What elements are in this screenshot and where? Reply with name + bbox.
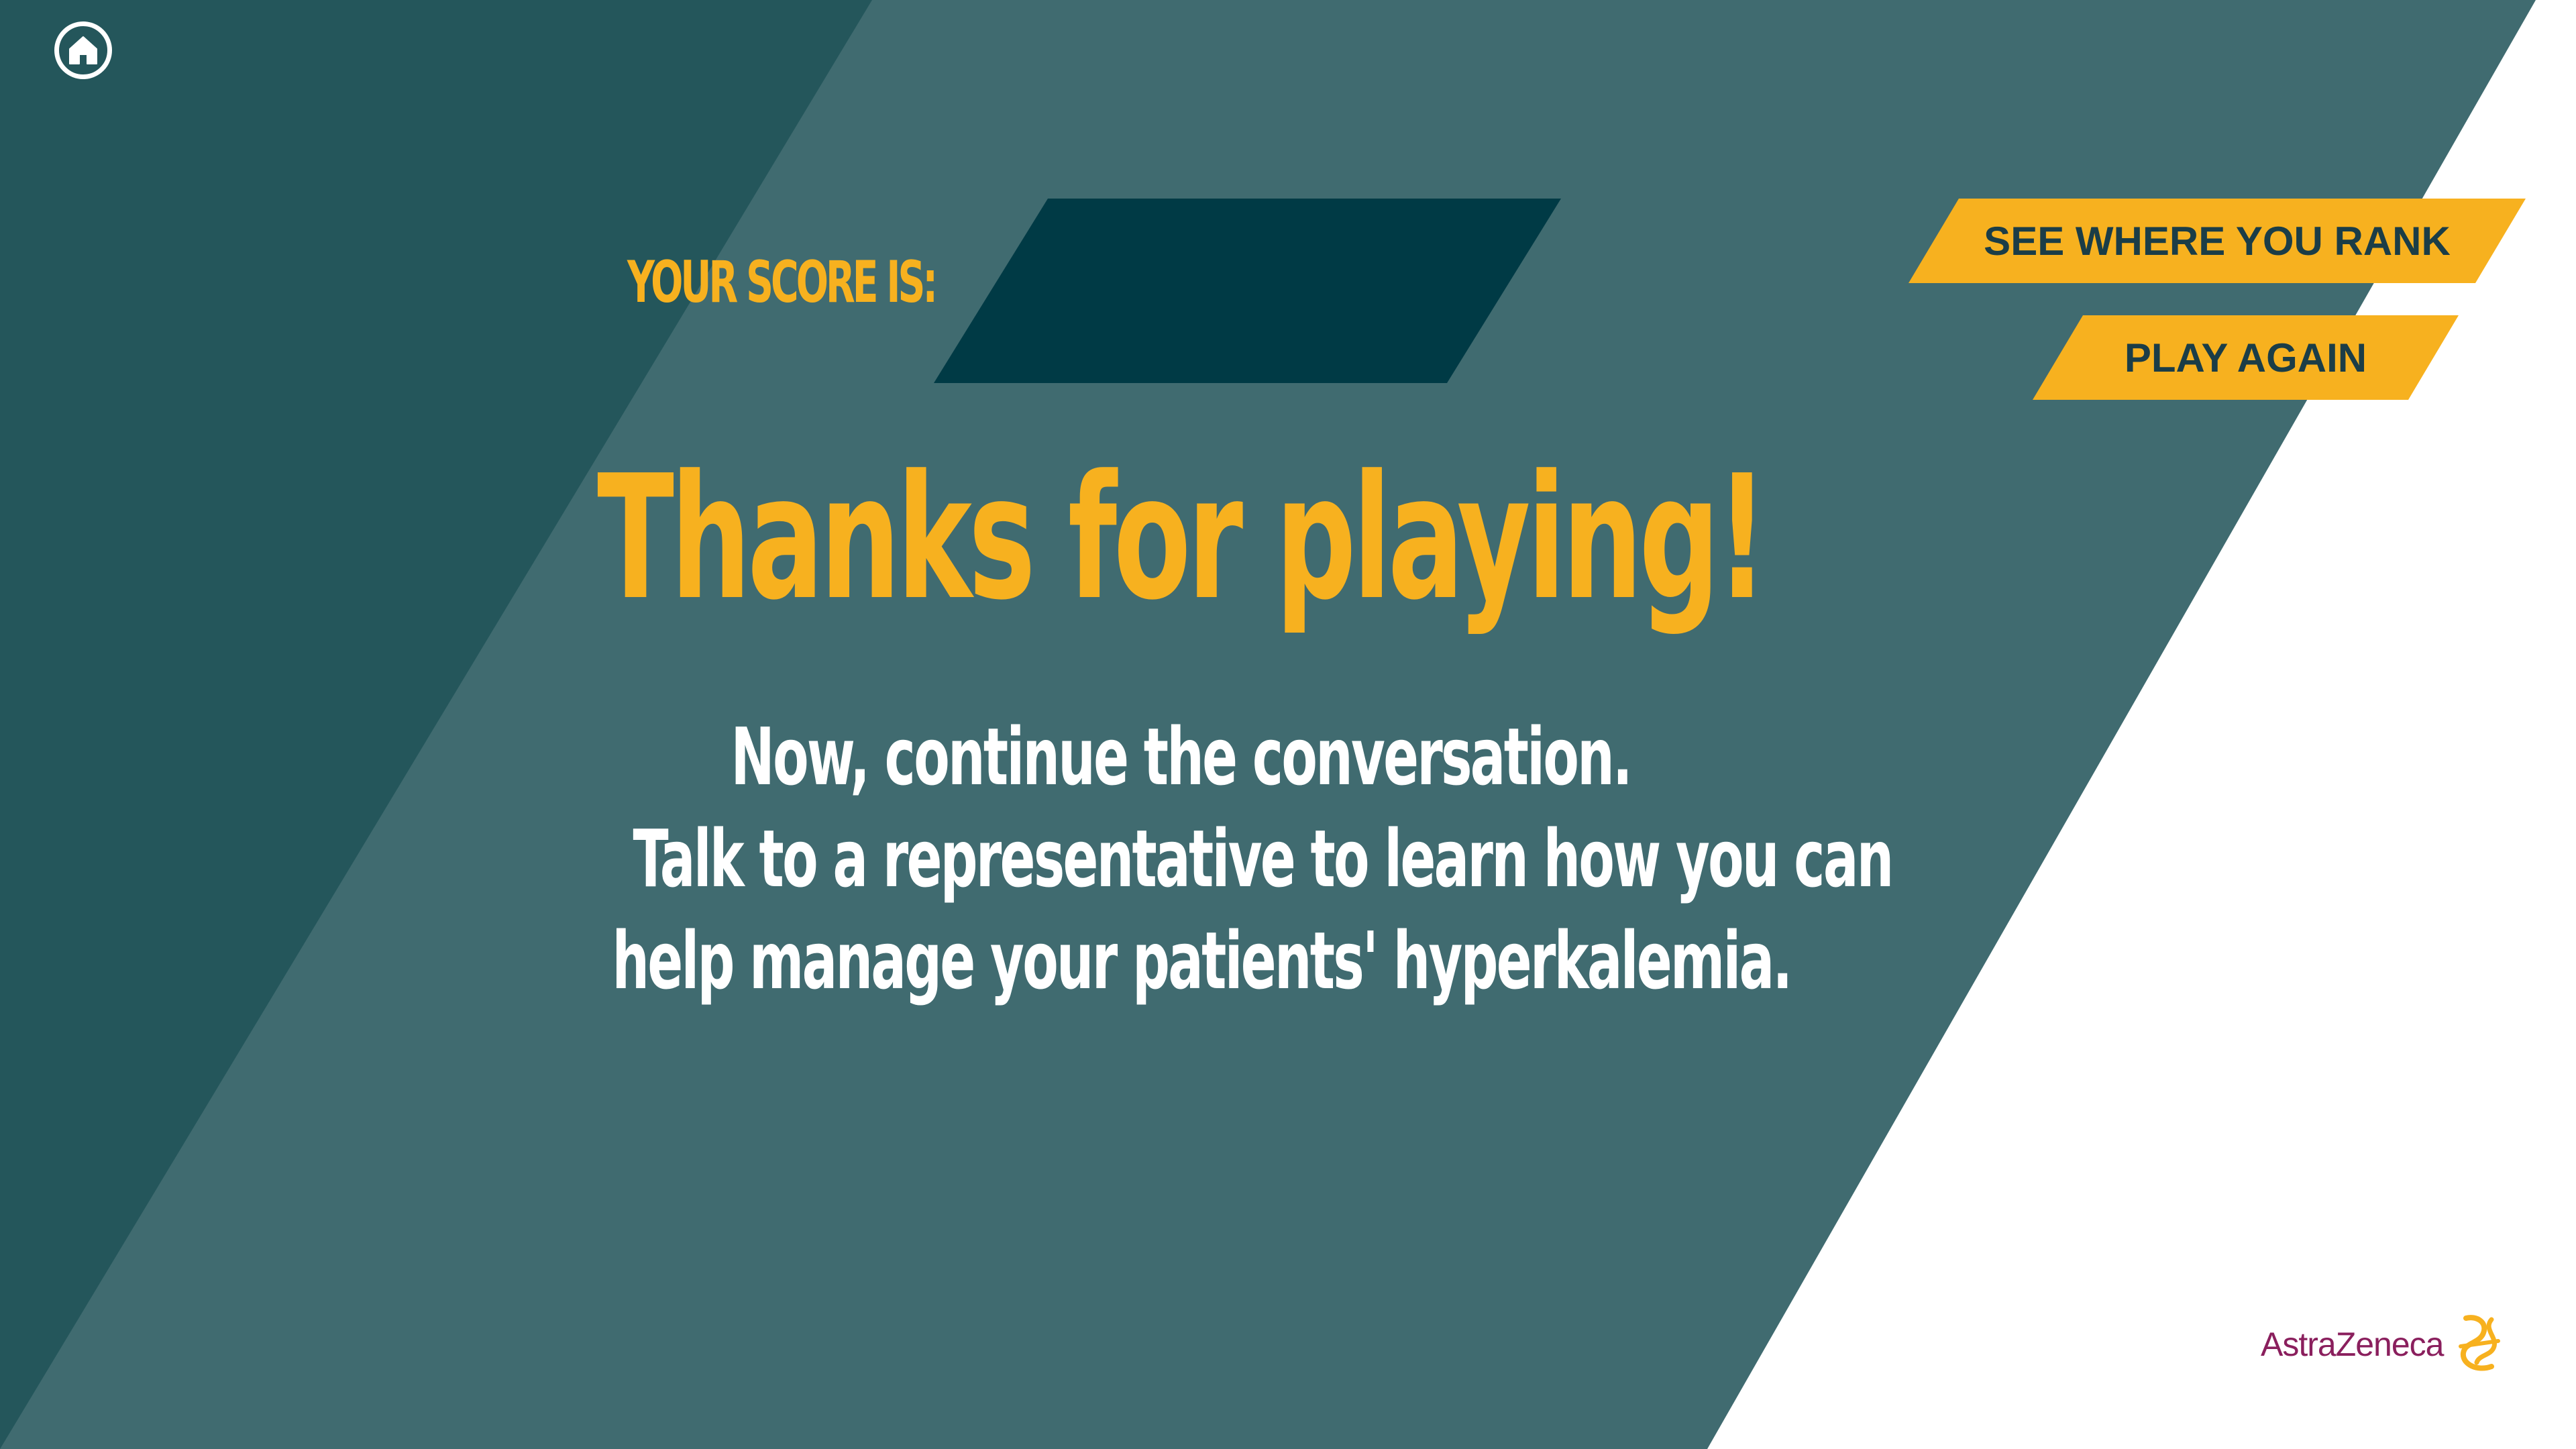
brand-logo-text: AstraZeneca bbox=[2261, 1326, 2444, 1363]
home-icon bbox=[69, 36, 97, 64]
see-rank-button-label: SEE WHERE YOU RANK bbox=[1984, 218, 2451, 264]
message-line-2: Talk to a representative to learn how yo… bbox=[633, 812, 1894, 905]
brand-logo: AstraZeneca bbox=[2261, 1311, 2502, 1379]
score-label: YOUR SCORE IS: bbox=[627, 249, 938, 316]
headline-text: Thanks for playing! bbox=[597, 439, 1768, 638]
message-line-3: help manage your patients' hyperkalemia. bbox=[612, 914, 1793, 1007]
message-line-1: Now, continue the conversation. bbox=[731, 710, 1632, 803]
see-where-you-rank-button[interactable]: SEE WHERE YOU RANK bbox=[1909, 199, 2526, 283]
message-block: Now, continue the conversation. Talk to … bbox=[309, 706, 2053, 1012]
brand-mark-icon bbox=[2459, 1315, 2500, 1371]
headline: Thanks for playing! bbox=[241, 453, 2120, 624]
home-button[interactable] bbox=[54, 21, 112, 79]
play-again-button-label: PLAY AGAIN bbox=[2124, 335, 2367, 380]
play-again-button[interactable]: PLAY AGAIN bbox=[2033, 315, 2459, 400]
score-box bbox=[934, 199, 1561, 383]
